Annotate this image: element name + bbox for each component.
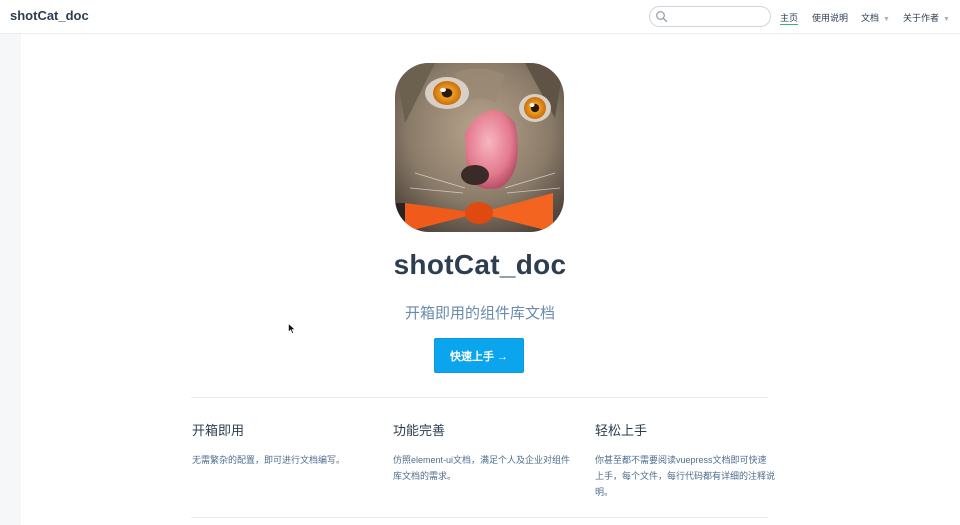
search-icon	[656, 11, 668, 23]
feature-details: 仿照element-ui文档，满足个人及企业对组件库文档的需求。	[393, 455, 571, 481]
nav-item-docs[interactable]: 文档 ▼	[861, 11, 890, 24]
active-underline	[780, 24, 799, 25]
get-started-button[interactable]: 快速上手 →	[434, 338, 524, 373]
nav-item-about[interactable]: 关于作者 ▼	[903, 11, 950, 24]
nav-item-label: 使用说明	[812, 13, 849, 23]
nav-item-home[interactable]: 主页	[780, 11, 799, 25]
search-box[interactable]	[649, 6, 771, 27]
feature-card: 功能完善 仿照element-ui文档，满足个人及企业对组件库文档的需求。	[393, 420, 573, 484]
feature-details: 你甚至都不需要阅读vuepress文档即可快速上手，每个文件，每行代码都有详细的…	[595, 455, 776, 497]
feature-card: 开箱即用 无需繁杂的配置，即可进行文档编写。	[192, 420, 372, 468]
divider	[191, 397, 768, 398]
mouse-cursor-icon	[288, 323, 296, 334]
hero-image	[395, 63, 564, 232]
feature-card: 轻松上手 你甚至都不需要阅读vuepress文档即可快速上手，每个文件，每行代码…	[595, 420, 775, 500]
navbar: shotCat_doc 主页 使用说明 文档 ▼ 关于作者 ▼	[0, 0, 960, 34]
nav-item-usage[interactable]: 使用说明	[812, 11, 848, 24]
feature-details: 无需繁杂的配置，即可进行文档编写。	[192, 455, 346, 465]
hero-title: shotCat_doc	[393, 249, 567, 280]
nav-item-label: 主页	[780, 13, 799, 23]
nav-item-label: 关于作者	[903, 13, 940, 23]
hero-description: 开箱即用的组件库文档	[404, 305, 555, 322]
cat-avatar-image	[395, 63, 564, 232]
chevron-down-icon: ▼	[943, 16, 950, 23]
feature-title: 开箱即用	[192, 423, 245, 438]
nav-item-label: 文档	[861, 13, 880, 23]
feature-title: 轻松上手	[595, 423, 648, 438]
divider	[191, 517, 768, 518]
search-input[interactable]	[670, 9, 766, 24]
site-name-link[interactable]: shotCat_doc	[10, 8, 89, 23]
chevron-down-icon: ▼	[883, 16, 890, 23]
feature-title: 功能完善	[393, 423, 446, 438]
